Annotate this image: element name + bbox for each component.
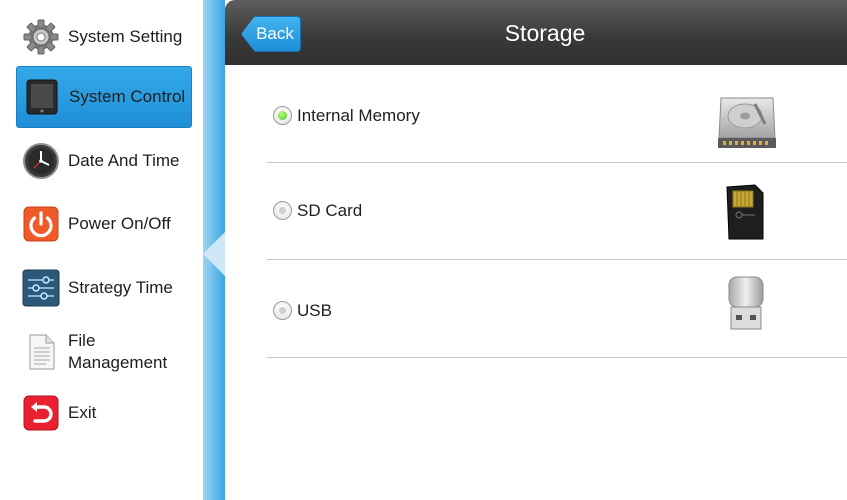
main-content: Back Storage Internal Memory SD Card USB <box>225 0 847 500</box>
sd-card-icon <box>725 183 765 246</box>
option-label: USB <box>297 301 332 320</box>
radio-internal-memory[interactable] <box>273 106 292 125</box>
sidebar-item-label: System Control <box>69 87 186 106</box>
sidebar-item-exit[interactable]: Exit <box>16 382 192 444</box>
sidebar-item-label: Power On/Off <box>68 214 171 233</box>
radio-usb[interactable] <box>273 301 292 320</box>
sidebar-item-date-and-time[interactable]: Date And Time <box>16 130 192 192</box>
radio-unselected-dot <box>279 307 286 314</box>
sliders-icon <box>22 269 60 307</box>
active-pointer <box>203 232 225 276</box>
sidebar-item-strategy-time[interactable]: Strategy Time <box>16 257 192 319</box>
clock-icon <box>22 142 60 180</box>
sidebar-item-label: Exit <box>68 403 97 422</box>
sidebar-item-system-control[interactable]: System Control <box>16 66 192 128</box>
usb-drive-icon <box>723 275 769 338</box>
sidebar-item-label: Date And Time <box>68 151 180 170</box>
sidebar-item-label: Strategy Time <box>68 278 173 297</box>
page-title: Storage <box>504 20 586 46</box>
option-label: Internal Memory <box>297 106 420 125</box>
sidebar-item-file-management[interactable]: File Management <box>16 321 192 383</box>
back-button[interactable]: Back <box>241 16 301 52</box>
sidebar-item-label: File Management <box>68 331 168 372</box>
radio-selected-dot <box>278 111 287 120</box>
power-icon <box>22 205 60 243</box>
option-label: SD Card <box>297 201 363 220</box>
gear-icon <box>22 18 60 56</box>
sidebar-item-label: System Setting <box>68 27 183 46</box>
tablet-icon <box>23 78 61 116</box>
exit-icon <box>22 394 60 432</box>
title-bar: Back Storage <box>225 0 847 65</box>
radio-sd-card[interactable] <box>273 201 292 220</box>
sidebar-item-system-setting[interactable]: System Setting <box>16 6 192 68</box>
sidebar: System Setting System Control Date And T… <box>0 0 206 500</box>
hard-drive-icon <box>715 94 779 157</box>
storage-option-internal-memory[interactable]: Internal Memory <box>267 66 847 163</box>
storage-option-usb[interactable]: USB <box>267 261 847 358</box>
storage-option-sd-card[interactable]: SD Card <box>267 163 847 260</box>
sidebar-item-power-on-off[interactable]: Power On/Off <box>16 193 192 255</box>
radio-unselected-dot <box>279 207 286 214</box>
document-icon <box>22 333 60 371</box>
